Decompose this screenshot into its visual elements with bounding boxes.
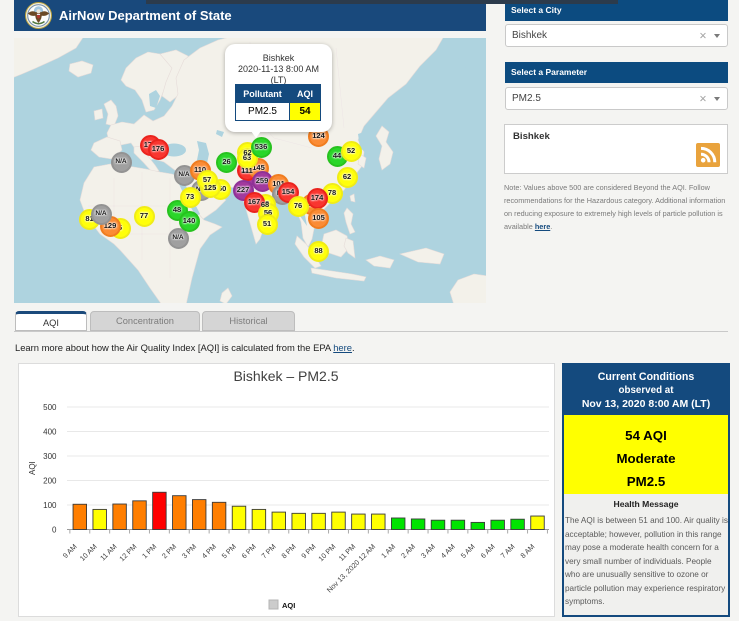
svg-text:300: 300: [43, 452, 57, 461]
svg-text:1 PM: 1 PM: [140, 542, 158, 560]
svg-text:8 PM: 8 PM: [279, 542, 297, 560]
svg-text:3 AM: 3 AM: [419, 542, 437, 560]
svg-text:7 AM: 7 AM: [499, 542, 517, 560]
svg-text:10 AM: 10 AM: [78, 542, 99, 563]
svg-text:Bishkek – PM2.5: Bishkek – PM2.5: [233, 368, 338, 384]
svg-text:11 AM: 11 AM: [98, 542, 118, 562]
svg-text:2 PM: 2 PM: [160, 542, 178, 560]
svg-text:5 PM: 5 PM: [220, 542, 238, 560]
svg-text:9 PM: 9 PM: [299, 542, 317, 560]
svg-text:0: 0: [52, 526, 57, 535]
svg-text:10 PM: 10 PM: [316, 542, 337, 563]
svg-text:AQI: AQI: [282, 601, 295, 610]
svg-text:6 PM: 6 PM: [240, 542, 258, 560]
svg-text:200: 200: [43, 477, 57, 486]
svg-text:9 AM: 9 AM: [61, 542, 79, 560]
svg-text:400: 400: [43, 428, 57, 437]
svg-text:7 PM: 7 PM: [259, 542, 277, 560]
svg-text:12 PM: 12 PM: [117, 542, 138, 563]
svg-text:100: 100: [43, 501, 57, 510]
svg-text:4 PM: 4 PM: [200, 542, 218, 560]
svg-text:6 AM: 6 AM: [479, 542, 497, 560]
svg-text:5 AM: 5 AM: [459, 542, 477, 560]
svg-text:3 PM: 3 PM: [180, 542, 198, 560]
svg-text:1 AM: 1 AM: [379, 542, 397, 560]
svg-text:AQI: AQI: [28, 461, 37, 475]
svg-text:4 AM: 4 AM: [439, 542, 457, 560]
svg-text:500: 500: [43, 403, 57, 412]
svg-text:2 AM: 2 AM: [399, 542, 417, 560]
svg-text:8 AM: 8 AM: [518, 542, 536, 560]
